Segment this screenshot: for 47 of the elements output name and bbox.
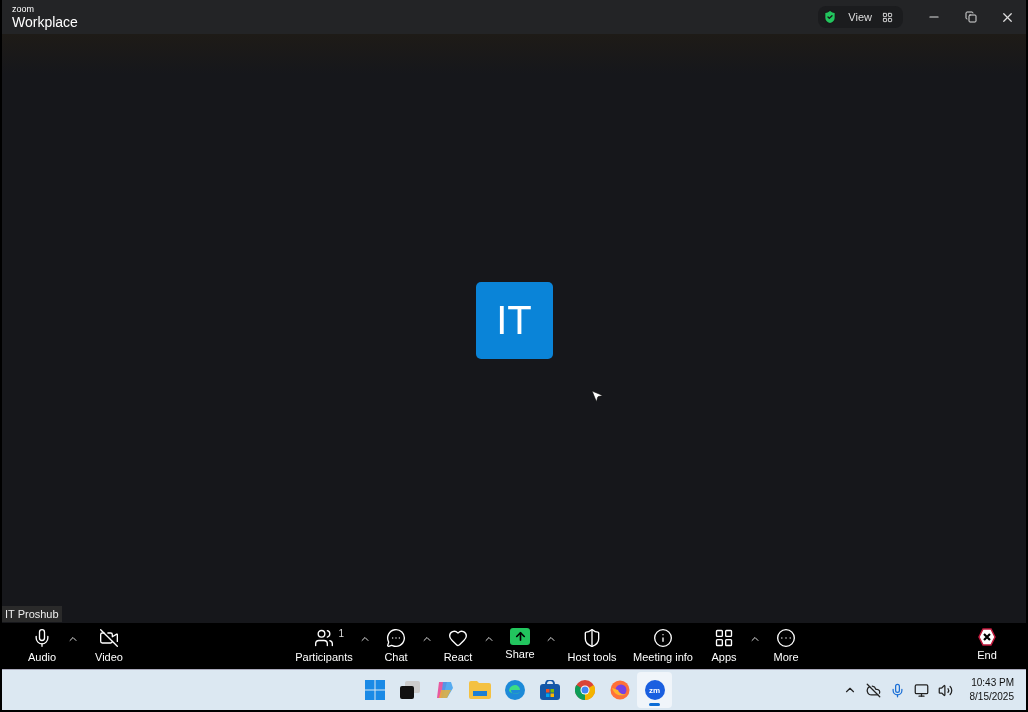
apps-button[interactable]: Apps bbox=[699, 624, 749, 668]
video-off-icon bbox=[99, 628, 119, 648]
audio-button[interactable]: Audio bbox=[17, 624, 67, 668]
share-button[interactable]: Share bbox=[495, 624, 545, 668]
more-button[interactable]: More bbox=[761, 624, 811, 668]
grid-icon bbox=[882, 11, 893, 23]
browser-icon bbox=[504, 680, 525, 700]
participants-button[interactable]: 1 Participants bbox=[289, 624, 359, 668]
clock-date: 8/15/2025 bbox=[969, 690, 1014, 704]
task-view-icon bbox=[399, 681, 420, 699]
more-icon bbox=[776, 628, 796, 648]
apps-icon bbox=[714, 628, 734, 648]
firefox-icon bbox=[609, 680, 630, 700]
share-icon bbox=[510, 628, 530, 645]
window-title: Workplace bbox=[12, 15, 78, 29]
brand-name: zoom bbox=[12, 5, 35, 14]
cloud-off-icon[interactable] bbox=[865, 682, 881, 698]
end-icon bbox=[978, 628, 996, 646]
folder-icon bbox=[468, 681, 491, 699]
host-button[interactable]: Host tools bbox=[557, 624, 627, 668]
avatar: IT bbox=[475, 281, 553, 359]
heart-icon bbox=[448, 628, 468, 648]
taskbar-app[interactable]: zm bbox=[637, 672, 672, 708]
react-button[interactable]: React bbox=[433, 624, 483, 668]
copilot-icon bbox=[434, 680, 455, 700]
monitor-icon[interactable] bbox=[913, 682, 929, 698]
restore-icon[interactable] bbox=[964, 11, 977, 23]
view-button[interactable]: View bbox=[818, 6, 903, 28]
chat-button[interactable]: Chat bbox=[371, 624, 421, 668]
volume-icon[interactable] bbox=[937, 682, 953, 698]
info-button[interactable]: Meeting info bbox=[627, 624, 699, 668]
shield-icon bbox=[582, 628, 602, 648]
chat-icon bbox=[386, 628, 406, 648]
info-icon bbox=[653, 628, 673, 648]
cursor-icon bbox=[590, 389, 604, 403]
participants-icon bbox=[314, 628, 334, 648]
store-icon bbox=[539, 680, 560, 700]
windows-start-icon bbox=[364, 680, 385, 700]
microphone-icon[interactable] bbox=[889, 682, 905, 698]
view-label: View bbox=[848, 11, 872, 23]
end-button[interactable]: End bbox=[962, 624, 1012, 668]
participant-name: IT Proshub bbox=[2, 606, 62, 622]
participant-count: 1 bbox=[338, 628, 344, 639]
zoom-logo: zm bbox=[644, 680, 665, 700]
clock-time: 10:43 PM bbox=[971, 675, 1014, 690]
video-button[interactable]: Video bbox=[79, 624, 139, 668]
chrome-icon bbox=[574, 680, 595, 700]
